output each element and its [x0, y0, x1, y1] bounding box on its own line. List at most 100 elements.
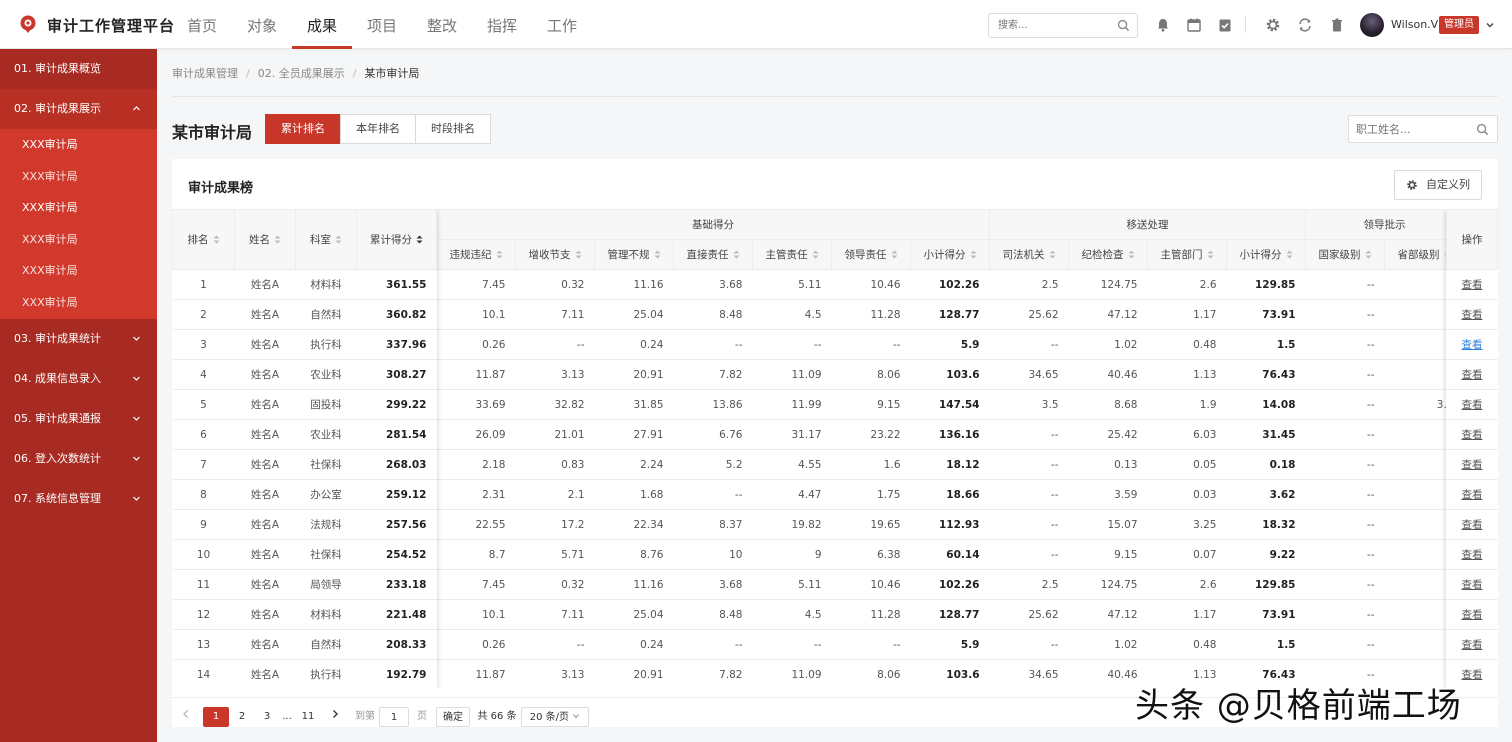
calendar-icon[interactable]: [1186, 17, 1202, 33]
sort-icon[interactable]: [1049, 250, 1056, 259]
sidebar-menu[interactable]: 01. 审计成果概览: [0, 49, 157, 89]
column-header[interactable]: 主管责任: [752, 239, 832, 270]
results-table[interactable]: 基础得分 移送处理 领导批示 违规违纪 增收节支 管理不规 直接责任 主管责任 领导责任 小计得分…: [172, 209, 1498, 689]
column-header[interactable]: 管理不规: [594, 239, 674, 270]
sidebar-subitem[interactable]: XXX审计局: [0, 287, 157, 319]
page-number[interactable]: 1: [203, 707, 229, 727]
chevron-down-icon[interactable]: [1484, 19, 1496, 31]
column-header[interactable]: 国家级别: [1305, 239, 1385, 270]
sort-icon[interactable]: [335, 235, 342, 244]
sort-icon[interactable]: [575, 250, 582, 259]
view-link[interactable]: 查看: [1462, 279, 1483, 291]
column-header[interactable]: 领导责任: [831, 239, 911, 270]
tab-ranking[interactable]: 累计排名: [265, 114, 341, 144]
column-header[interactable]: 累计得分: [356, 209, 437, 270]
tab-ranking[interactable]: 时段排名: [415, 114, 491, 144]
custom-columns-button[interactable]: 自定义列: [1394, 170, 1482, 200]
sort-desc-icon[interactable]: [416, 235, 423, 244]
sidebar-subitem[interactable]: XXX审计局: [0, 224, 157, 256]
breadcrumb-item[interactable]: 审计成果管理: [172, 65, 238, 81]
sort-icon[interactable]: [654, 250, 661, 259]
page-number[interactable]: 3: [256, 707, 278, 727]
sidebar-menu[interactable]: 04. 成果信息录入: [0, 359, 157, 399]
view-link[interactable]: 查看: [1462, 339, 1483, 351]
employee-search[interactable]: [1348, 115, 1498, 143]
view-link[interactable]: 查看: [1462, 579, 1483, 591]
breadcrumb-item[interactable]: 02. 全员成果展示: [258, 65, 345, 81]
column-header[interactable]: 违规违纪: [436, 239, 516, 270]
global-search-input[interactable]: [989, 14, 1109, 37]
sidebar-menu[interactable]: 06. 登入次数统计: [0, 439, 157, 479]
column-header[interactable]: 纪检检查: [1068, 239, 1148, 270]
view-link[interactable]: 查看: [1462, 519, 1483, 531]
column-header[interactable]: 小计得分: [910, 239, 990, 270]
column-header[interactable]: 科室: [295, 209, 357, 270]
sort-icon[interactable]: [970, 250, 977, 259]
view-link[interactable]: 查看: [1462, 669, 1483, 681]
sort-icon[interactable]: [1207, 250, 1214, 259]
nav-item[interactable]: 首页: [172, 0, 232, 49]
table-cell: 11.09: [752, 359, 832, 390]
view-link[interactable]: 查看: [1462, 309, 1483, 321]
gear-icon[interactable]: [1265, 17, 1281, 33]
page-number[interactable]: 11: [297, 707, 319, 727]
sort-icon[interactable]: [1128, 250, 1135, 259]
column-header[interactable]: 增收节支: [515, 239, 595, 270]
sort-icon[interactable]: [274, 235, 281, 244]
sort-icon[interactable]: [812, 250, 819, 259]
view-link[interactable]: 查看: [1462, 489, 1483, 501]
nav-item[interactable]: 对象: [232, 0, 292, 49]
nav-item[interactable]: 成果: [292, 0, 352, 49]
sidebar-menu[interactable]: 05. 审计成果通报: [0, 399, 157, 439]
column-header[interactable]: 司法机关: [989, 239, 1069, 270]
view-link[interactable]: 查看: [1462, 369, 1483, 381]
sidebar-menu[interactable]: 07. 系统信息管理: [0, 479, 157, 519]
nav-item[interactable]: 工作: [532, 0, 592, 49]
sidebar-menu[interactable]: 02. 审计成果展示: [0, 89, 157, 129]
user-name[interactable]: Wilson.V: [1391, 18, 1438, 31]
avatar[interactable]: [1360, 13, 1384, 37]
prev-page-button[interactable]: [178, 707, 194, 727]
tab-ranking[interactable]: 本年排名: [340, 114, 416, 144]
sidebar-subitem[interactable]: XXX审计局: [0, 192, 157, 224]
sidebar-menu[interactable]: 03. 审计成果统计: [0, 319, 157, 359]
employee-search-input[interactable]: [1349, 116, 1469, 142]
view-link[interactable]: 查看: [1462, 609, 1483, 621]
nav-item[interactable]: 项目: [352, 0, 412, 49]
sort-icon[interactable]: [1365, 250, 1372, 259]
sort-icon[interactable]: [213, 235, 220, 244]
view-link[interactable]: 查看: [1462, 639, 1483, 651]
goto-confirm-button[interactable]: 确定: [436, 707, 470, 727]
view-link[interactable]: 查看: [1462, 459, 1483, 471]
bell-icon[interactable]: [1155, 17, 1171, 33]
nav-item[interactable]: 整改: [412, 0, 472, 49]
column-header[interactable]: 主管部门: [1147, 239, 1227, 270]
view-link[interactable]: 查看: [1462, 429, 1483, 441]
sort-icon[interactable]: [1286, 250, 1293, 259]
search-icon[interactable]: [1476, 123, 1489, 136]
page-size-select[interactable]: 20 条/页: [521, 707, 589, 727]
view-link[interactable]: 查看: [1462, 549, 1483, 561]
table-row: 13 姓名A 自然科 208.33: [172, 629, 437, 660]
next-page-button[interactable]: [327, 707, 343, 727]
column-header[interactable]: 排名: [172, 209, 235, 270]
column-header[interactable]: 姓名: [234, 209, 296, 270]
nav-item[interactable]: 指挥: [472, 0, 532, 49]
global-search[interactable]: [988, 13, 1138, 38]
refresh-icon[interactable]: [1297, 17, 1313, 33]
sort-icon[interactable]: [891, 250, 898, 259]
sidebar-subitem[interactable]: XXX审计局: [0, 161, 157, 193]
trash-icon[interactable]: [1329, 17, 1345, 33]
sort-icon[interactable]: [496, 250, 503, 259]
page-number[interactable]: 2: [231, 707, 253, 727]
sort-icon[interactable]: [733, 250, 740, 259]
sidebar-subitem[interactable]: XXX审计局: [0, 129, 157, 161]
sidebar-subitem[interactable]: XXX审计局: [0, 255, 157, 287]
column-header[interactable]: 小计得分: [1226, 239, 1306, 270]
clipboard-check-icon[interactable]: [1217, 17, 1233, 33]
search-icon[interactable]: [1117, 19, 1130, 32]
column-header[interactable]: 直接责任: [673, 239, 753, 270]
table-row: 查看: [1446, 449, 1498, 480]
view-link[interactable]: 查看: [1462, 399, 1483, 411]
goto-page-input[interactable]: 1: [379, 707, 409, 727]
